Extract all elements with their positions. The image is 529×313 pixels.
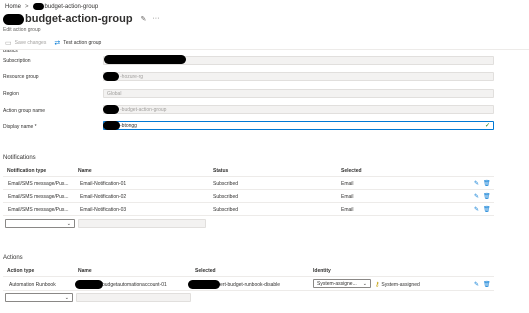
- page-subtitle: Edit action group: [3, 27, 41, 33]
- save-icon: ▭: [5, 40, 12, 47]
- table-cell: ert-budget-runbook-disable: [220, 282, 281, 288]
- chevron-down-icon: ⌄: [66, 220, 71, 227]
- redaction: [32, 3, 44, 10]
- identity-dropdown[interactable]: System-assigne... ⌄: [313, 279, 371, 288]
- save-button-label: Save changes: [14, 40, 47, 46]
- actions-heading: Actions: [3, 255, 23, 261]
- col-name: Name: [78, 268, 92, 274]
- table-divider: [3, 189, 494, 190]
- table-cell: Automation Runbook: [9, 282, 56, 288]
- edit-icon[interactable]: ✎: [474, 193, 479, 200]
- table-divider: [3, 176, 494, 177]
- key-icon: ⚷: [375, 282, 380, 288]
- redaction: [3, 13, 24, 25]
- breadcrumb-separator: >: [25, 3, 29, 10]
- table-cell: Email/SMS message/Pus...: [8, 194, 69, 200]
- display-name-label: Display name *: [3, 124, 37, 130]
- col-selected: Selected: [341, 168, 362, 174]
- basics-heading: Basics: [3, 50, 18, 54]
- table-cell: Email-Notification-02: [80, 194, 127, 200]
- table-cell: Email: [341, 207, 354, 213]
- redaction: [188, 280, 220, 289]
- redaction: [104, 55, 186, 64]
- test-icon: ⇄: [54, 40, 61, 47]
- table-cell: Email/SMS message/Pus...: [8, 181, 69, 187]
- table-cell: Email-Notification-01: [80, 181, 127, 187]
- subscription-label: Subscription: [3, 58, 31, 64]
- table-divider: [3, 290, 494, 291]
- edit-icon[interactable]: ✎: [474, 206, 479, 213]
- region-label: Region: [3, 91, 19, 97]
- table-cell: Subscribed: [213, 207, 239, 213]
- col-name: Name: [78, 168, 92, 174]
- page-header: budget-action-group ✎ ···: [3, 13, 159, 25]
- identity-status: ⚷ System-assigned: [375, 281, 420, 289]
- more-icon[interactable]: ···: [152, 15, 159, 23]
- table-cell: Email: [341, 194, 354, 200]
- redaction: [103, 72, 119, 81]
- resource-group-label: Resource group: [3, 74, 39, 80]
- action-group-name-field[interactable]: -budget-action-group: [103, 105, 494, 114]
- table-cell: Subscribed: [213, 181, 239, 187]
- save-button[interactable]: ▭ Save changes: [5, 39, 46, 47]
- table-cell: Email/SMS message/Pus...: [8, 207, 69, 213]
- delete-icon[interactable]: 🗑: [483, 206, 491, 213]
- pin-icon[interactable]: ✎: [141, 15, 147, 23]
- chevron-down-icon: ⌄: [362, 280, 367, 287]
- table-cell: Email-Notification-03: [80, 207, 127, 213]
- notification-name-input[interactable]: [78, 219, 206, 228]
- region-field[interactable]: Global: [103, 89, 494, 98]
- table-cell: Email: [341, 181, 354, 187]
- delete-icon[interactable]: 🗑: [483, 180, 491, 187]
- page-title: budget-action-group: [25, 13, 133, 25]
- col-notification-type: Notification type: [7, 168, 47, 174]
- action-type-dropdown[interactable]: ⌄: [5, 293, 73, 302]
- chevron-down-icon: ⌄: [64, 294, 69, 301]
- notification-type-dropdown[interactable]: ⌄: [5, 219, 75, 228]
- col-selected: Selected: [195, 268, 216, 274]
- redaction: [75, 280, 103, 289]
- delete-icon[interactable]: 🗑: [483, 193, 491, 200]
- breadcrumb-current[interactable]: budget-action-group: [45, 4, 99, 10]
- redaction: [103, 121, 120, 130]
- test-action-group-button[interactable]: ⇄ Test action group: [54, 39, 101, 47]
- redaction: [103, 105, 119, 114]
- table-divider: [3, 276, 494, 277]
- toolbar: ▭ Save changes ⇄ Test action group: [5, 39, 101, 47]
- breadcrumb-home-link[interactable]: Home: [5, 4, 21, 10]
- table-cell: Subscribed: [213, 194, 239, 200]
- action-name-input[interactable]: [76, 293, 191, 302]
- table-divider: [3, 202, 494, 203]
- delete-icon[interactable]: 🗑: [483, 281, 491, 288]
- edit-icon[interactable]: ✎: [474, 281, 479, 288]
- display-name-input[interactable]: -btongg ✓: [103, 121, 494, 130]
- action-group-name-label: Action group name: [3, 108, 45, 114]
- valid-check-icon: ✓: [484, 123, 490, 129]
- col-identity: Identity: [313, 268, 331, 274]
- table-cell: budgetautomationaccount-01: [102, 282, 167, 288]
- toolbar-divider: [0, 49, 529, 50]
- test-button-label: Test action group: [63, 40, 102, 46]
- notifications-heading: Notifications: [3, 155, 36, 161]
- edit-icon[interactable]: ✎: [474, 180, 479, 187]
- breadcrumb: Home > budget-action-group: [5, 3, 98, 10]
- col-status: Status: [213, 168, 229, 174]
- resource-group-field[interactable]: -hozure-rg: [103, 72, 494, 81]
- col-action-type: Action type: [7, 268, 35, 274]
- table-divider: [3, 215, 494, 216]
